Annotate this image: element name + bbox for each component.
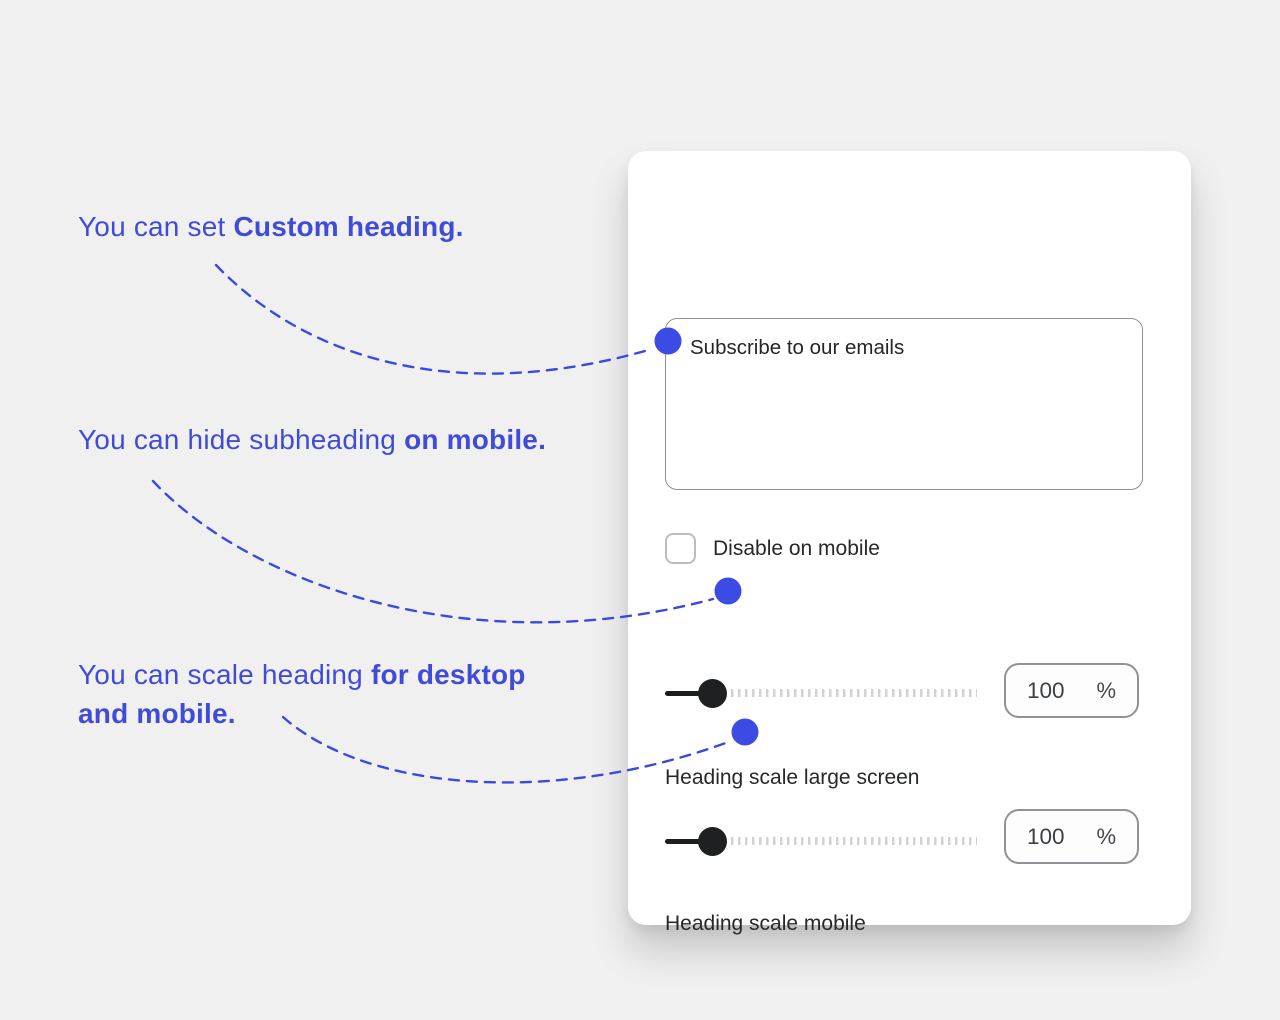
heading-scale-large-input[interactable] — [1027, 678, 1091, 704]
disable-on-mobile-row[interactable]: Disable on mobile — [665, 533, 880, 564]
heading-scale-large-label: Heading scale large screen — [665, 766, 919, 790]
heading-scale-mobile-input[interactable] — [1027, 824, 1091, 850]
heading-scale-large-value-box[interactable]: % — [1004, 663, 1139, 718]
slider-thumb[interactable] — [698, 679, 727, 708]
slider-track — [731, 837, 977, 845]
annotation-custom-heading: You can set Custom heading. — [78, 207, 598, 246]
heading-scale-mobile-slider[interactable] — [665, 826, 977, 856]
annotation-text: You can set — [78, 211, 233, 242]
heading-textarea[interactable]: Subscribe to our emails — [665, 318, 1143, 490]
annotation-text-bold: Custom heading. — [233, 211, 463, 242]
percent-unit-label: % — [1096, 824, 1116, 850]
slider-track — [731, 689, 977, 697]
percent-unit-label: % — [1096, 678, 1116, 704]
heading-scale-large-slider[interactable] — [665, 678, 977, 708]
annotation-hide-subheading: You can hide subheading on mobile. — [78, 420, 618, 459]
annotation-text: You can scale heading — [78, 659, 371, 690]
heading-settings-panel: Heading Heading Subscribe to our emails … — [628, 151, 1191, 925]
disable-on-mobile-checkbox[interactable] — [665, 533, 696, 564]
slider-thumb[interactable] — [698, 827, 727, 856]
heading-scale-mobile-value-box[interactable]: % — [1004, 809, 1139, 864]
annotation-text: You can hide subheading — [78, 424, 404, 455]
annotation-text-bold: on mobile. — [404, 424, 546, 455]
callout-line-custom-heading — [216, 265, 652, 374]
disable-on-mobile-label: Disable on mobile — [713, 537, 880, 561]
heading-scale-mobile-label: Heading scale mobile — [665, 912, 866, 936]
annotation-scale-heading: You can scale heading for desktop and mo… — [78, 655, 560, 733]
